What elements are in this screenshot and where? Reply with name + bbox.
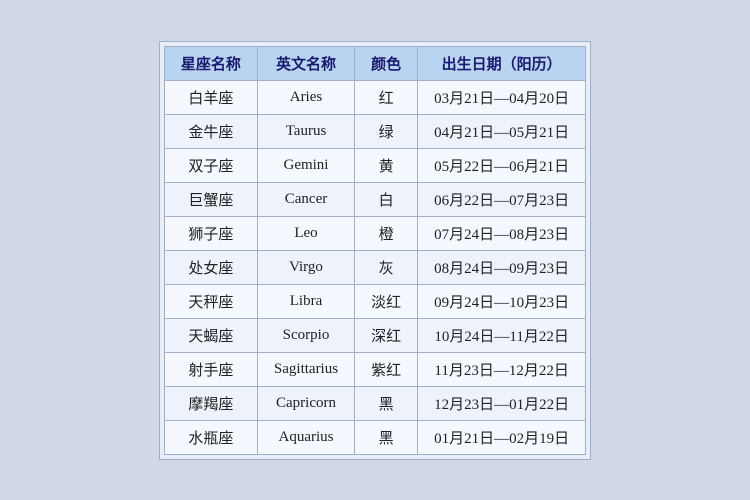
cell-english-name: Gemini xyxy=(257,148,354,182)
cell-dates: 10月24日—11月22日 xyxy=(418,318,586,352)
cell-dates: 03月21日—04月20日 xyxy=(418,80,586,114)
table-row: 水瓶座Aquarius黑01月21日—02月19日 xyxy=(164,420,585,454)
cell-dates: 08月24日—09月23日 xyxy=(418,250,586,284)
cell-dates: 05月22日—06月21日 xyxy=(418,148,586,182)
zodiac-table: 星座名称 英文名称 颜色 出生日期（阳历） 白羊座Aries红03月21日—04… xyxy=(164,46,586,455)
header-english-name: 英文名称 xyxy=(257,46,354,80)
cell-dates: 07月24日—08月23日 xyxy=(418,216,586,250)
cell-dates: 12月23日—01月22日 xyxy=(418,386,586,420)
cell-color: 灰 xyxy=(355,250,418,284)
cell-english-name: Cancer xyxy=(257,182,354,216)
cell-chinese-name: 水瓶座 xyxy=(164,420,257,454)
cell-color: 白 xyxy=(355,182,418,216)
cell-color: 紫红 xyxy=(355,352,418,386)
cell-english-name: Sagittarius xyxy=(257,352,354,386)
cell-english-name: Capricorn xyxy=(257,386,354,420)
table-row: 天蝎座Scorpio深红10月24日—11月22日 xyxy=(164,318,585,352)
cell-chinese-name: 天蝎座 xyxy=(164,318,257,352)
cell-dates: 11月23日—12月22日 xyxy=(418,352,586,386)
cell-color: 橙 xyxy=(355,216,418,250)
cell-chinese-name: 狮子座 xyxy=(164,216,257,250)
cell-color: 黑 xyxy=(355,386,418,420)
cell-english-name: Virgo xyxy=(257,250,354,284)
cell-color: 黄 xyxy=(355,148,418,182)
table-row: 射手座Sagittarius紫红11月23日—12月22日 xyxy=(164,352,585,386)
cell-dates: 01月21日—02月19日 xyxy=(418,420,586,454)
cell-chinese-name: 白羊座 xyxy=(164,80,257,114)
cell-chinese-name: 金牛座 xyxy=(164,114,257,148)
table-row: 狮子座Leo橙07月24日—08月23日 xyxy=(164,216,585,250)
cell-color: 黑 xyxy=(355,420,418,454)
cell-english-name: Aries xyxy=(257,80,354,114)
cell-english-name: Scorpio xyxy=(257,318,354,352)
cell-color: 绿 xyxy=(355,114,418,148)
cell-dates: 04月21日—05月21日 xyxy=(418,114,586,148)
cell-chinese-name: 处女座 xyxy=(164,250,257,284)
table-row: 摩羯座Capricorn黑12月23日—01月22日 xyxy=(164,386,585,420)
table-row: 处女座Virgo灰08月24日—09月23日 xyxy=(164,250,585,284)
table-header-row: 星座名称 英文名称 颜色 出生日期（阳历） xyxy=(164,46,585,80)
header-color: 颜色 xyxy=(355,46,418,80)
zodiac-table-container: 星座名称 英文名称 颜色 出生日期（阳历） 白羊座Aries红03月21日—04… xyxy=(159,41,591,460)
table-row: 天秤座Libra淡红09月24日—10月23日 xyxy=(164,284,585,318)
table-row: 白羊座Aries红03月21日—04月20日 xyxy=(164,80,585,114)
table-row: 金牛座Taurus绿04月21日—05月21日 xyxy=(164,114,585,148)
table-row: 巨蟹座Cancer白06月22日—07月23日 xyxy=(164,182,585,216)
cell-chinese-name: 巨蟹座 xyxy=(164,182,257,216)
cell-chinese-name: 射手座 xyxy=(164,352,257,386)
header-chinese-name: 星座名称 xyxy=(164,46,257,80)
cell-chinese-name: 双子座 xyxy=(164,148,257,182)
cell-chinese-name: 天秤座 xyxy=(164,284,257,318)
cell-english-name: Libra xyxy=(257,284,354,318)
cell-color: 淡红 xyxy=(355,284,418,318)
cell-color: 深红 xyxy=(355,318,418,352)
cell-dates: 06月22日—07月23日 xyxy=(418,182,586,216)
cell-chinese-name: 摩羯座 xyxy=(164,386,257,420)
cell-english-name: Leo xyxy=(257,216,354,250)
header-dates: 出生日期（阳历） xyxy=(418,46,586,80)
cell-english-name: Aquarius xyxy=(257,420,354,454)
cell-english-name: Taurus xyxy=(257,114,354,148)
cell-dates: 09月24日—10月23日 xyxy=(418,284,586,318)
table-row: 双子座Gemini黄05月22日—06月21日 xyxy=(164,148,585,182)
cell-color: 红 xyxy=(355,80,418,114)
